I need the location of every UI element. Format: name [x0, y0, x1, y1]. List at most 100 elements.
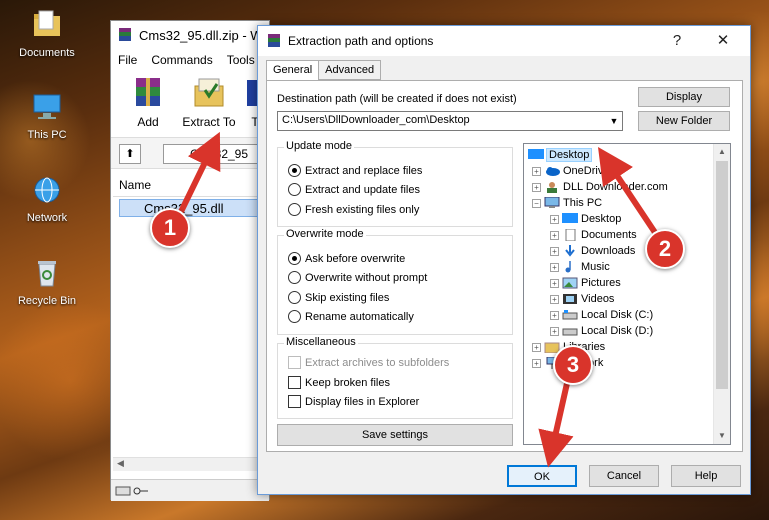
desktop-icon: [528, 149, 544, 159]
expand-icon[interactable]: +: [550, 214, 559, 224]
tree-vertical-scrollbar[interactable]: ▲ ▼: [713, 144, 730, 444]
expand-icon[interactable]: +: [550, 246, 559, 256]
desktop-icon-recycle-bin[interactable]: Recycle Bin: [8, 258, 86, 307]
checkbox[interactable]: [288, 376, 301, 389]
tree-item-pc-desktop[interactable]: + Desktop: [550, 211, 621, 227]
ok-button[interactable]: OK: [507, 465, 577, 487]
folder-tree[interactable]: Desktop + OneDrive + DLL Downloader.com …: [523, 143, 731, 445]
radio-button[interactable]: [288, 271, 301, 284]
tree-item-desktop[interactable]: Desktop: [528, 147, 593, 163]
tree-label: Music: [581, 261, 610, 273]
radio-button[interactable]: [288, 183, 301, 196]
expand-icon[interactable]: +: [550, 294, 559, 304]
expand-icon[interactable]: +: [550, 230, 559, 240]
radio-fresh-existing[interactable]: Fresh existing files only: [288, 203, 419, 216]
misc-group: Miscellaneous Extract archives to subfol…: [277, 336, 513, 419]
tree-label: Desktop: [545, 148, 593, 162]
radio-skip-existing[interactable]: Skip existing files: [288, 291, 389, 304]
help-title-button[interactable]: ?: [660, 26, 694, 56]
desktop-icon-this-pc[interactable]: This PC: [8, 92, 86, 141]
new-folder-button[interactable]: New Folder: [638, 111, 730, 131]
add-button[interactable]: Add: [123, 76, 173, 129]
radio-button[interactable]: [288, 164, 301, 177]
menu-tools[interactable]: Tools: [227, 53, 255, 67]
misc-title: Miscellaneous: [284, 336, 358, 348]
tree-item-downloads[interactable]: + Downloads: [550, 243, 635, 259]
annotation-badge-1: 1: [150, 208, 190, 248]
winrar-icon: [119, 28, 131, 41]
file-row-selected[interactable]: Cms32_95.dll: [119, 199, 269, 217]
option-label: Extract archives to subfolders: [305, 356, 450, 369]
winrar-titlebar[interactable]: Cms32_95.dll.zip - W: [111, 21, 269, 49]
tab-advanced[interactable]: Advanced: [318, 60, 382, 80]
desktop-icon-network[interactable]: Network: [8, 175, 86, 224]
option-label: Overwrite without prompt: [305, 271, 428, 284]
tree-item-onedrive[interactable]: + OneDrive: [532, 163, 609, 179]
collapse-icon[interactable]: −: [532, 198, 541, 208]
tree-item-pictures[interactable]: + Pictures: [550, 275, 621, 291]
radio-extract-replace[interactable]: Extract and replace files: [288, 164, 422, 177]
column-header-name[interactable]: Name: [113, 173, 261, 197]
radio-overwrite-without[interactable]: Overwrite without prompt: [288, 271, 427, 284]
tree-item-dll-downloader[interactable]: + DLL Downloader.com: [532, 179, 668, 195]
radio-extract-update[interactable]: Extract and update files: [288, 183, 420, 196]
desktop-icon-documents[interactable]: Documents: [8, 10, 86, 59]
menu-file[interactable]: File: [118, 53, 137, 67]
radio-button[interactable]: [288, 310, 301, 323]
desktop-icon-label: Recycle Bin: [17, 295, 77, 307]
destination-path-combo[interactable]: C:\Users\DllDownloader_com\Desktop ▼: [277, 111, 623, 131]
scroll-down-icon[interactable]: ▼: [714, 428, 730, 444]
tree-label: Local Disk (C:): [581, 309, 654, 321]
expand-icon[interactable]: +: [532, 166, 541, 176]
help-button[interactable]: Help: [671, 465, 741, 487]
tree-item-videos[interactable]: + Videos: [550, 291, 614, 307]
annotation-badge-2: 2: [645, 229, 685, 269]
expand-icon[interactable]: +: [532, 342, 541, 352]
tree-item-music[interactable]: + Music: [550, 259, 610, 275]
up-folder-icon[interactable]: ⬆: [119, 144, 141, 164]
dialog-titlebar[interactable]: Extraction path and options ? ✕: [258, 26, 750, 56]
radio-button[interactable]: [288, 252, 301, 265]
recycle-bin-icon: [38, 261, 56, 287]
scroll-thumb[interactable]: [716, 161, 728, 389]
radio-button[interactable]: [288, 291, 301, 304]
cancel-button[interactable]: Cancel: [589, 465, 659, 487]
scroll-left-icon[interactable]: ◀: [117, 458, 124, 469]
extract-to-button[interactable]: Extract To: [181, 76, 237, 129]
chevron-down-icon[interactable]: ▼: [606, 112, 622, 130]
expand-icon[interactable]: +: [550, 278, 559, 288]
winrar-title: Cms32_95.dll.zip - W: [139, 27, 263, 43]
archive-add-icon: [136, 78, 160, 106]
dialog-tabs: General Advanced: [266, 60, 382, 81]
extract-to-icon: [194, 78, 224, 107]
scroll-up-icon[interactable]: ▲: [714, 144, 730, 160]
tree-label: Desktop: [581, 213, 622, 225]
tree-label: DLL Downloader.com: [563, 181, 668, 193]
expand-icon[interactable]: +: [532, 182, 541, 192]
option-label: Skip existing files: [305, 291, 390, 304]
check-display-explorer[interactable]: Display files in Explorer: [288, 395, 419, 408]
winrar-icon: [268, 34, 280, 47]
tree-item-documents[interactable]: + Documents: [550, 227, 637, 243]
check-keep-broken[interactable]: Keep broken files: [288, 376, 390, 389]
save-settings-button[interactable]: Save settings: [277, 424, 513, 446]
expand-icon[interactable]: +: [550, 262, 559, 272]
expand-icon[interactable]: +: [550, 326, 559, 336]
menu-commands[interactable]: Commands: [151, 53, 212, 67]
tree-item-this-pc[interactable]: − This PC: [532, 195, 602, 211]
radio-ask-before[interactable]: Ask before overwrite: [288, 252, 405, 265]
hard-drive-icon: [562, 310, 578, 320]
tab-general[interactable]: General: [266, 60, 320, 81]
tree-item-local-disk-c[interactable]: + Local Disk (C:): [550, 307, 653, 323]
expand-icon[interactable]: +: [550, 310, 559, 320]
checkbox[interactable]: [288, 395, 301, 408]
radio-rename-auto[interactable]: Rename automatically: [288, 310, 414, 323]
radio-button[interactable]: [288, 203, 301, 216]
display-button[interactable]: Display: [638, 87, 730, 107]
tree-item-local-disk-d[interactable]: + Local Disk (D:): [550, 323, 653, 339]
destination-path-value: C:\Users\DllDownloader_com\Desktop: [282, 114, 470, 126]
winrar-window: Cms32_95.dll.zip - W File Commands Tools…: [110, 20, 273, 501]
horizontal-scrollbar[interactable]: ◀: [113, 457, 269, 471]
expand-icon[interactable]: +: [532, 358, 541, 368]
close-button[interactable]: ✕: [706, 26, 740, 56]
